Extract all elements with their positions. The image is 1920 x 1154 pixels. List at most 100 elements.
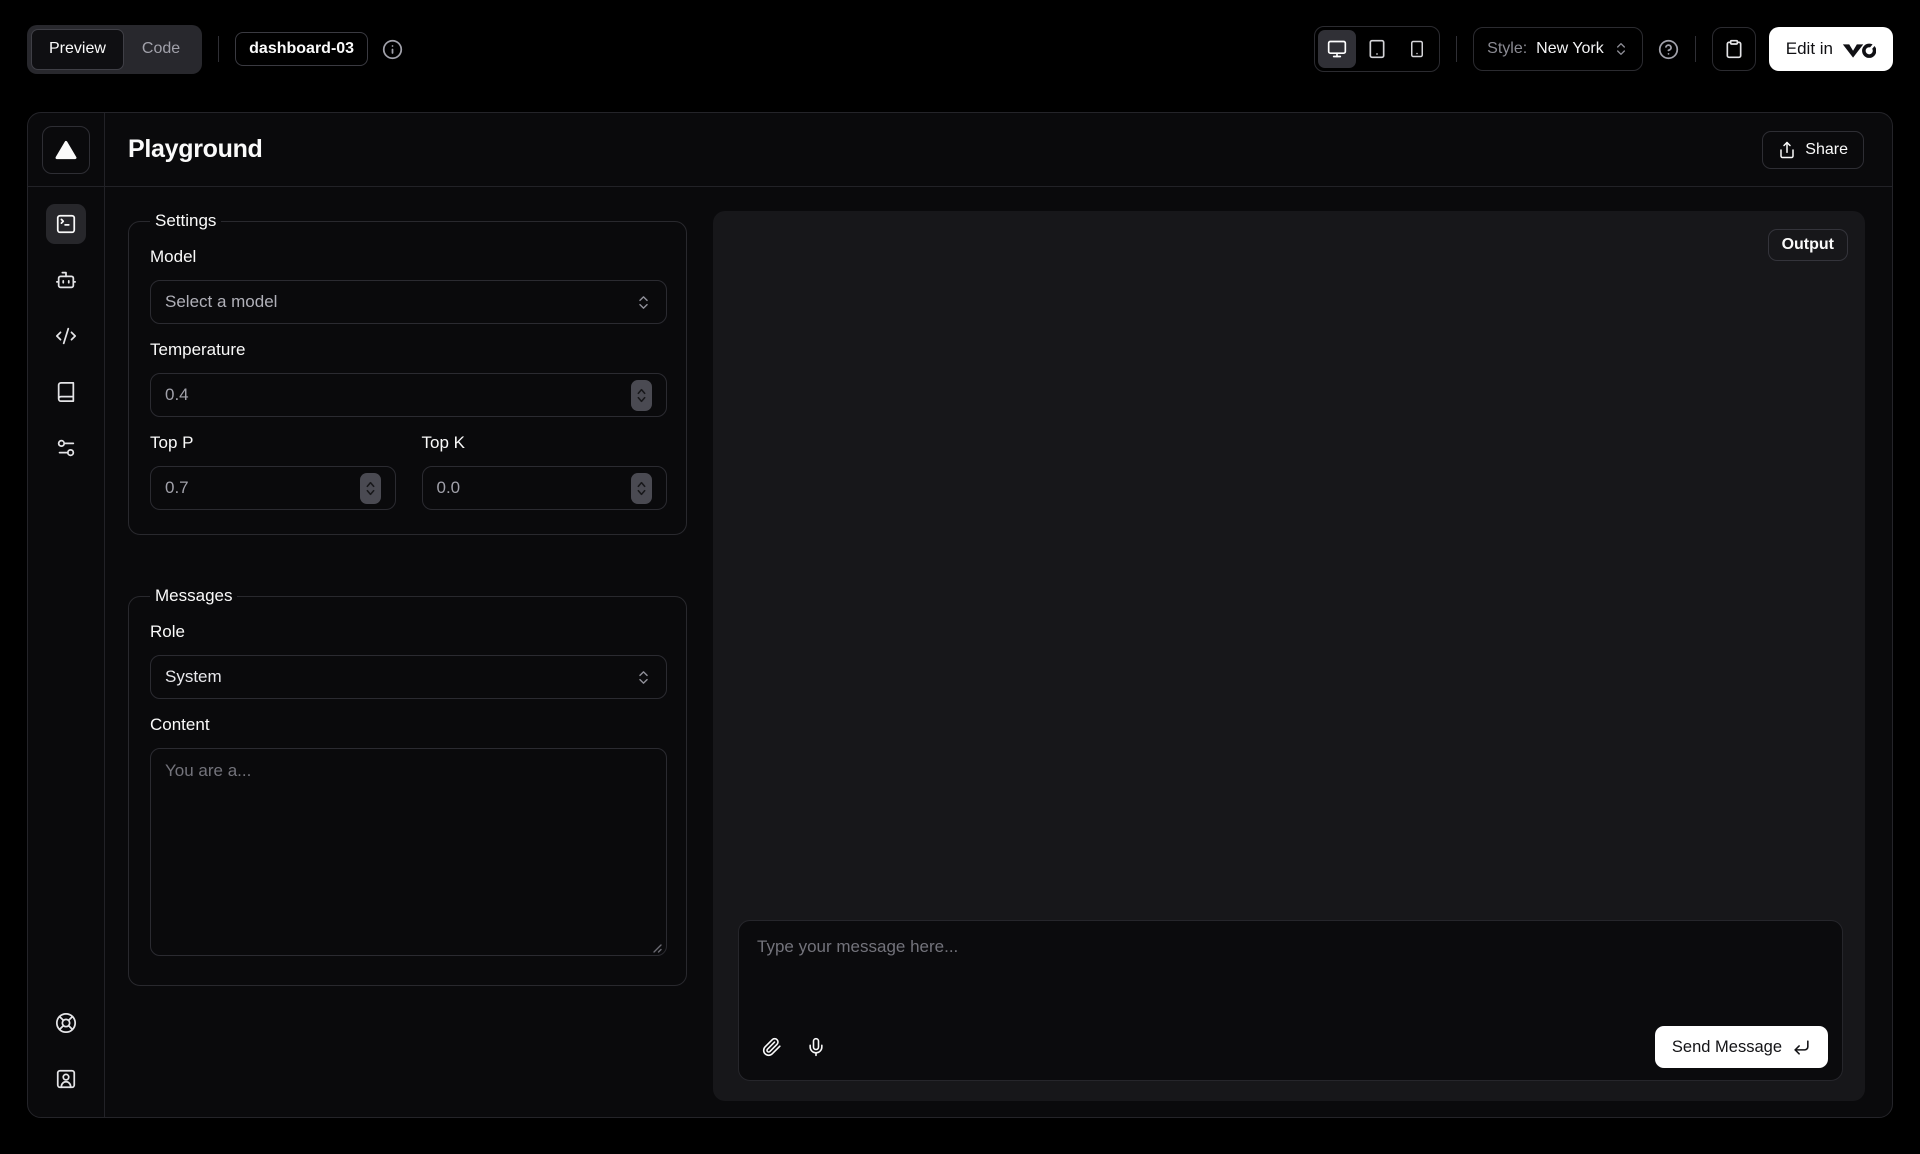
content-area: Settings Model Select a model Temperatur… [105, 187, 1892, 1117]
help-button[interactable] [1658, 39, 1679, 60]
message-input[interactable] [753, 929, 1828, 1026]
sidebar-item-help[interactable] [46, 1003, 86, 1043]
messages-fieldset: Messages Role System Content [128, 586, 687, 986]
sidebar-item-models[interactable] [46, 260, 86, 300]
top-k-field[interactable] [437, 478, 557, 498]
sidebar-item-documentation[interactable] [46, 372, 86, 412]
tablet-view-button[interactable] [1358, 30, 1396, 68]
top-p-field-group: Top P [150, 417, 396, 510]
app-frame: Playground Share Settings Model Select a… [27, 112, 1893, 1118]
attach-file-button[interactable] [753, 1028, 791, 1066]
composer-toolbar: Send Message [753, 1026, 1828, 1068]
send-message-button[interactable]: Send Message [1655, 1026, 1828, 1068]
tablet-icon [1367, 39, 1387, 59]
output-badge: Output [1768, 229, 1848, 261]
sidebar-footer [28, 1003, 104, 1117]
configuration-column: Settings Model Select a model Temperatur… [128, 211, 687, 1101]
paperclip-icon [762, 1037, 782, 1057]
temperature-input [150, 373, 667, 417]
device-preview-toggle [1314, 26, 1440, 72]
temperature-field[interactable] [165, 385, 285, 405]
code-icon [55, 325, 77, 347]
monitor-icon [1327, 39, 1347, 59]
top-k-input [422, 466, 668, 510]
clipboard-icon [1724, 39, 1744, 59]
content-textarea-wrap [150, 748, 667, 961]
edit-in-v0-label: Edit in [1786, 39, 1833, 59]
style-selector-label: Style: [1487, 40, 1527, 58]
v0-logo-icon [1842, 41, 1876, 58]
messages-legend: Messages [150, 586, 237, 606]
corner-down-left-icon [1792, 1038, 1811, 1057]
info-button[interactable] [382, 39, 403, 60]
book-icon [55, 381, 77, 403]
model-label: Model [150, 247, 667, 267]
spacer [128, 535, 687, 586]
settings-sliders-icon [55, 437, 77, 459]
share-icon [1778, 141, 1796, 159]
message-composer: Send Message [738, 920, 1843, 1081]
microphone-button[interactable] [797, 1028, 835, 1066]
top-p-stepper[interactable] [360, 473, 381, 504]
toolbar-right: Style: New York Edit in [1314, 26, 1893, 72]
vercel-triangle-icon [55, 140, 77, 160]
toolbar-left: Preview Code dashboard-03 [27, 25, 403, 74]
top-p-top-k-row: Top P Top K [150, 417, 667, 510]
settings-legend: Settings [150, 211, 221, 231]
life-buoy-icon [55, 1012, 77, 1034]
info-icon [382, 39, 403, 60]
chevrons-up-down-icon [635, 294, 652, 311]
top-k-stepper[interactable] [631, 473, 652, 504]
role-select[interactable]: System [150, 655, 667, 699]
output-panel: Output [713, 211, 1865, 1101]
top-k-field-group: Top K [422, 417, 668, 510]
divider [1695, 36, 1696, 62]
temperature-stepper[interactable] [631, 380, 652, 411]
edit-in-v0-button[interactable]: Edit in [1769, 27, 1893, 71]
tab-preview[interactable]: Preview [31, 29, 124, 70]
sidebar-item-playground[interactable] [46, 204, 86, 244]
send-message-label: Send Message [1672, 1038, 1782, 1057]
desktop-view-button[interactable] [1318, 30, 1356, 68]
settings-fieldset: Settings Model Select a model Temperatur… [128, 211, 687, 535]
style-selector-value: New York [1536, 40, 1604, 58]
divider [218, 36, 219, 62]
share-button[interactable]: Share [1762, 131, 1864, 169]
sidebar-item-api[interactable] [46, 316, 86, 356]
top-p-field[interactable] [165, 478, 285, 498]
model-select[interactable]: Select a model [150, 280, 667, 324]
mobile-view-button[interactable] [1398, 30, 1436, 68]
content-textarea[interactable] [150, 748, 667, 956]
resize-handle[interactable] [652, 943, 662, 953]
sidebar-nav [28, 187, 104, 1003]
chevrons-up-down-icon [635, 669, 652, 686]
sidebar-item-account[interactable] [46, 1059, 86, 1099]
top-p-input [150, 466, 396, 510]
share-button-label: Share [1805, 141, 1848, 159]
page-title: Playground [128, 135, 263, 164]
bot-icon [55, 269, 77, 291]
main-area: Playground Share Settings Model Select a… [105, 113, 1892, 1117]
square-terminal-icon [55, 213, 77, 235]
sidebar-logo-area [28, 113, 104, 187]
top-toolbar: Preview Code dashboard-03 [0, 0, 1920, 98]
model-select-placeholder: Select a model [165, 292, 277, 312]
role-select-value: System [165, 667, 222, 687]
top-p-label: Top P [150, 433, 396, 453]
tab-code[interactable]: Code [124, 29, 198, 70]
view-mode-toggle: Preview Code [27, 25, 202, 74]
home-logo-button[interactable] [42, 126, 90, 174]
chevrons-up-down-icon [1613, 41, 1629, 57]
circle-help-icon [1658, 39, 1679, 60]
copy-code-button[interactable] [1712, 27, 1756, 71]
sidebar [28, 113, 105, 1117]
content-label: Content [150, 715, 667, 735]
block-name-badge: dashboard-03 [235, 32, 368, 66]
page-header: Playground Share [105, 113, 1892, 187]
temperature-label: Temperature [150, 340, 667, 360]
style-selector[interactable]: Style: New York [1473, 27, 1643, 71]
sidebar-item-settings[interactable] [46, 428, 86, 468]
microphone-icon [806, 1037, 826, 1057]
smartphone-icon [1408, 40, 1426, 58]
divider [1456, 36, 1457, 62]
